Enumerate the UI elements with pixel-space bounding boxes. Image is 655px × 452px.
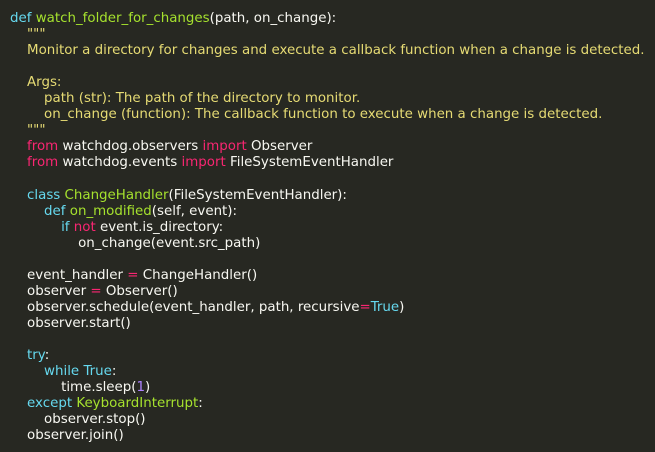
- code-line[interactable]: """: [10, 27, 655, 43]
- code-line[interactable]: except KeyboardInterrupt:: [10, 396, 655, 412]
- docstring-token: Args:: [10, 75, 62, 91]
- code-text-token: FileSystemEventHandler: [230, 155, 394, 171]
- function-name-token: watch_folder_for_changes: [35, 11, 210, 26]
- code-line[interactable]: observer.join(): [10, 428, 655, 444]
- code-text-token: watchdog.events: [62, 155, 182, 171]
- number-token: 1: [136, 380, 146, 396]
- code-line[interactable]: [10, 332, 655, 348]
- code-text-token: :: [44, 347, 50, 363]
- code-text-token: :: [198, 396, 203, 412]
- class-name-token: ChangeHandler: [64, 187, 169, 203]
- keyword-token: if: [10, 219, 74, 235]
- operator-token: =: [90, 283, 106, 299]
- code-text-token: (FileSystemEventHandler):: [168, 187, 347, 203]
- code-line[interactable]: event_handler = ChangeHandler(): [10, 268, 655, 284]
- code-line[interactable]: [10, 59, 655, 75]
- code-text-token: time.sleep(: [10, 380, 137, 396]
- code-text-token: :: [111, 364, 117, 380]
- code-text-token: event_handler: [10, 267, 128, 283]
- operator-token: =: [359, 299, 371, 315]
- code-line[interactable]: """: [10, 123, 655, 139]
- keyword-token: True: [83, 364, 112, 380]
- code-text-token: Observer: [250, 139, 313, 155]
- import-keyword-token: from: [10, 155, 63, 171]
- code-line[interactable]: [10, 171, 655, 187]
- code-text-token: ): [145, 380, 151, 396]
- docstring-token: on_change (function): The callback funct…: [10, 107, 603, 123]
- import-keyword-token: not: [73, 219, 100, 235]
- code-text-token: observer.join(): [10, 428, 124, 444]
- keyword-token: try: [10, 347, 45, 363]
- code-line[interactable]: path (str): The path of the directory to…: [10, 91, 655, 107]
- code-text-token: observer.stop(): [10, 412, 146, 428]
- import-keyword-token: from: [10, 139, 63, 155]
- code-text-token: (path, on_change):: [209, 11, 337, 26]
- code-line[interactable]: def on_modified(self, event):: [10, 204, 655, 220]
- docstring-token: """: [10, 27, 46, 43]
- code-text-token: observer.start(): [10, 315, 131, 331]
- import-keyword-token: import: [202, 139, 251, 155]
- code-line[interactable]: try:: [10, 348, 655, 364]
- code-text-token: event.is_directory:: [99, 219, 224, 235]
- code-line[interactable]: observer.schedule(event_handler, path, r…: [10, 300, 655, 316]
- code-text-token: (self, event):: [151, 203, 238, 219]
- code-line[interactable]: observer = Observer(): [10, 284, 655, 300]
- keyword-token: class: [10, 187, 65, 203]
- code-text-token: watchdog.observers: [62, 139, 203, 155]
- code-line[interactable]: time.sleep(1): [10, 380, 655, 396]
- code-text-token: observer.schedule(event_handler, path, r…: [10, 299, 360, 315]
- keyword-token: while: [10, 364, 84, 380]
- code-line[interactable]: on_change(event.src_path): [10, 236, 655, 252]
- code-text-token: Observer(): [105, 283, 178, 299]
- code-line[interactable]: from watchdog.events import FileSystemEv…: [10, 155, 655, 171]
- code-line[interactable]: while True:: [10, 364, 655, 380]
- docstring-token: path (str): The path of the directory to…: [10, 91, 361, 107]
- function-name-token: on_modified: [69, 203, 152, 219]
- import-keyword-token: import: [181, 155, 231, 171]
- keyword-token: def: [10, 203, 70, 219]
- code-line[interactable]: observer.start(): [10, 316, 655, 332]
- code-line[interactable]: from watchdog.observers import Observer: [10, 139, 655, 155]
- keyword-token: except: [10, 396, 77, 412]
- code-line[interactable]: observer.stop(): [10, 412, 655, 428]
- code-line[interactable]: Monitor a directory for changes and exec…: [10, 43, 655, 59]
- code-text-token: ChangeHandler(): [142, 267, 258, 283]
- operator-token: =: [127, 267, 143, 283]
- code-line[interactable]: class ChangeHandler(FileSystemEventHandl…: [10, 188, 655, 204]
- code-line[interactable]: Args:: [10, 75, 655, 91]
- code-line[interactable]: [10, 252, 655, 268]
- code-text-token: ): [399, 299, 405, 315]
- keyword-token: True: [370, 299, 400, 315]
- code-text-token: on_change(event.src_path): [10, 235, 261, 251]
- code-editor[interactable]: def watch_folder_for_changes(path, on_ch…: [0, 0, 655, 452]
- code-line[interactable]: if not event.is_directory:: [10, 220, 655, 236]
- keyword-token: def: [10, 11, 36, 26]
- docstring-token: Monitor a directory for changes and exec…: [10, 43, 645, 59]
- code-text-token: observer: [10, 283, 91, 299]
- code-line[interactable]: on_change (function): The callback funct…: [10, 107, 655, 123]
- class-name-token: KeyboardInterrupt: [76, 396, 199, 412]
- docstring-token: """: [10, 123, 46, 139]
- code-line[interactable]: def watch_folder_for_changes(path, on_ch…: [10, 11, 655, 27]
